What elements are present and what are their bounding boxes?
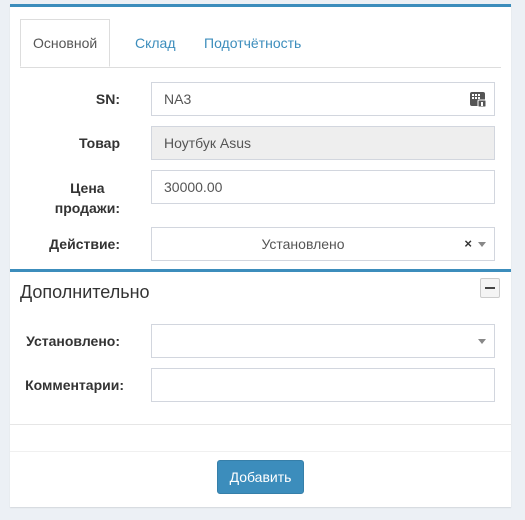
product-label: Товар — [79, 135, 120, 151]
additional-panel: Дополнительно Установлено: Комментарии: — [10, 269, 511, 425]
product-value: Ноутбук Asus — [164, 135, 252, 151]
footer-divider — [10, 451, 511, 452]
add-button[interactable]: Добавить — [217, 460, 304, 494]
action-select[interactable]: Установлено × — [151, 227, 495, 261]
tab-warehouse[interactable]: Склад — [123, 19, 188, 67]
form-panel: Основной Склад Подотчётность SN: NA3 Тов… — [10, 4, 511, 507]
price-value: 30000.00 — [164, 179, 223, 195]
clear-icon[interactable]: × — [464, 228, 472, 260]
chevron-down-icon[interactable] — [478, 339, 486, 344]
tab-bar: Основной Склад Подотчётность — [20, 19, 501, 68]
keypad-icon[interactable] — [469, 90, 487, 108]
price-label-line2: продажи: — [54, 200, 120, 216]
comments-label: Комментарии: — [25, 377, 124, 393]
installed-label: Установлено: — [26, 333, 120, 349]
chevron-down-icon[interactable] — [478, 242, 486, 247]
tab-main[interactable]: Основной — [20, 19, 111, 67]
additional-title: Дополнительно — [20, 282, 150, 302]
price-label: Цена продажи: — [55, 178, 120, 218]
price-label-line1: Цена — [70, 180, 105, 196]
product-input: Ноутбук Asus — [151, 126, 495, 160]
minus-icon — [485, 287, 495, 289]
collapse-button[interactable] — [480, 278, 500, 298]
installed-select[interactable] — [151, 324, 495, 358]
comments-input[interactable] — [151, 368, 495, 402]
sn-value: NA3 — [164, 91, 192, 107]
action-value: Установлено — [261, 236, 345, 252]
price-input[interactable]: 30000.00 — [151, 170, 495, 204]
action-label: Действие: — [49, 236, 120, 252]
tab-accountability[interactable]: Подотчётность — [192, 19, 313, 67]
sn-input[interactable]: NA3 — [151, 82, 495, 116]
sn-label: SN: — [95, 91, 120, 107]
